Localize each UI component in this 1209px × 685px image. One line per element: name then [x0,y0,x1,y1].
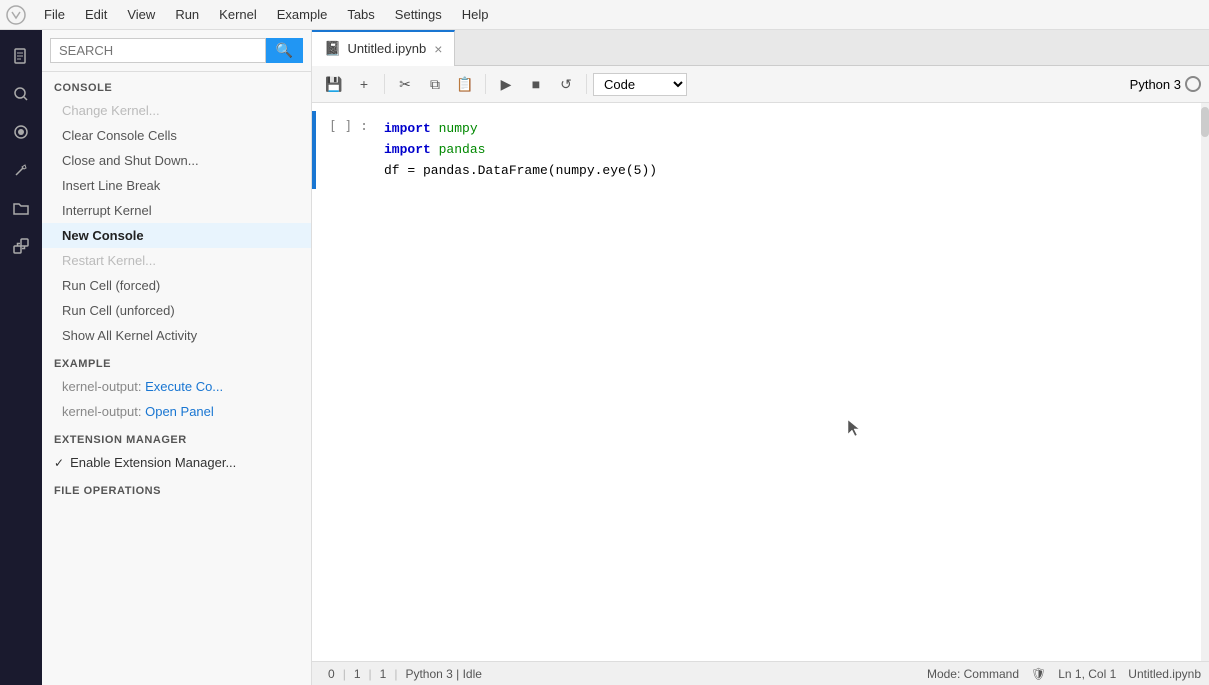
sidebar-search-btn[interactable] [3,76,39,112]
panel-item-restart-kernel[interactable]: Restart Kernel... [42,248,311,273]
run-button[interactable]: ▶ [492,70,520,98]
example-prefix-1: kernel-output: [62,379,145,394]
command-panel: 🔍 CONSOLE Change Kernel... Clear Console… [42,30,312,685]
panel-item-close-shutdown[interactable]: Close and Shut Down... [42,148,311,173]
menu-view[interactable]: View [117,4,165,25]
search-button[interactable]: 🔍 [266,38,303,63]
sidebar-tools-btn[interactable] [3,152,39,188]
menu-bar: File Edit View Run Kernel Example Tabs S… [0,0,1209,30]
status-filename: Untitled.ipynb [1128,667,1201,681]
add-cell-button[interactable]: + [350,70,378,98]
status-shield-icon: 🛡 [1031,667,1046,681]
cell-prompt: [ ] : [316,119,376,181]
panel-item-run-cell-forced[interactable]: Run Cell (forced) [42,273,311,298]
sidebar-file-btn[interactable] [3,38,39,74]
tab-title: Untitled.ipynb [347,41,426,56]
copy-button[interactable]: ⧉ [421,70,449,98]
search-bar: 🔍 [42,30,311,72]
status-item2: 1 [372,667,395,681]
file-ops-section-header: FILE OPERATIONS [42,475,311,501]
panel-item-new-console[interactable]: New Console [42,223,311,248]
kernel-name-label: Python 3 [1130,77,1181,92]
restart-button[interactable]: ↺ [552,70,580,98]
editor-area[interactable]: [ ] : import numpy import pandas df = pa… [312,103,1201,661]
panel-item-insert-line-break[interactable]: Insert Line Break [42,173,311,198]
kernel-status-indicator [1185,76,1201,92]
checkmark-icon: ✓ [54,456,64,470]
enable-extension-label: Enable Extension Manager... [70,455,236,470]
paste-button[interactable]: 📋 [451,70,479,98]
panel-item-interrupt-kernel[interactable]: Interrupt Kernel [42,198,311,223]
icon-sidebar [0,30,42,685]
stop-button[interactable]: ■ [522,70,550,98]
sidebar-theme-btn[interactable] [3,114,39,150]
toolbar-sep-2 [485,74,486,94]
example-link-2[interactable]: Open Panel [145,404,214,419]
status-right: Mode: Command 🛡 Ln 1, Col 1 Untitled.ipy… [927,667,1201,681]
tab-bar: 📓 Untitled.ipynb × [312,30,1209,66]
status-item1: 1 [346,667,369,681]
example-link-1[interactable]: Execute Co... [145,379,223,394]
editor-wrapper: [ ] : import numpy import pandas df = pa… [312,103,1209,661]
menu-tabs[interactable]: Tabs [337,4,384,25]
menu-kernel[interactable]: Kernel [209,4,267,25]
save-button[interactable]: 💾 [320,70,348,98]
menu-example[interactable]: Example [267,4,338,25]
code-line-3: df = pandas.DataFrame(numpy.eye(5)) [384,161,1193,182]
cell-code[interactable]: import numpy import pandas df = pandas.D… [376,119,1201,181]
panel-item-clear-console[interactable]: Clear Console Cells [42,123,311,148]
notebook-icon: 📓 [324,40,341,57]
panel-item-execute-co[interactable]: kernel-output: Execute Co... [42,374,311,399]
toolbar-sep-3 [586,74,587,94]
console-section-header: CONSOLE [42,72,311,98]
status-bar: 0 | 1 | 1 | Python 3 | Idle Mode: Comman… [312,661,1209,685]
cursor [846,418,860,441]
example-section-header: EXAMPLE [42,348,311,374]
toolbar-sep-1 [384,74,385,94]
cell-type-select[interactable]: Code Markdown Raw [593,73,687,96]
code-cell: [ ] : import numpy import pandas df = pa… [312,111,1201,189]
code-line-1: import numpy [384,119,1193,140]
menu-settings[interactable]: Settings [385,4,452,25]
menu-help[interactable]: Help [452,4,499,25]
example-prefix-2: kernel-output: [62,404,145,419]
menu-file[interactable]: File [34,4,75,25]
code-line-2: import pandas [384,140,1193,161]
status-cell-number: 0 [320,667,343,681]
status-position: Ln 1, Col 1 [1058,667,1116,681]
cut-button[interactable]: ✂ [391,70,419,98]
editor-scrollbar[interactable] [1201,103,1209,661]
panel-content: CONSOLE Change Kernel... Clear Console C… [42,72,311,685]
panel-item-change-kernel[interactable]: Change Kernel... [42,98,311,123]
panel-item-open-panel[interactable]: kernel-output: Open Panel [42,399,311,424]
app-logo [4,3,28,27]
sidebar-folder-btn[interactable] [3,190,39,226]
menu-edit[interactable]: Edit [75,4,117,25]
tab-untitled[interactable]: 📓 Untitled.ipynb × [312,30,455,66]
panel-item-show-all-kernel[interactable]: Show All Kernel Activity [42,323,311,348]
kernel-info: Python 3 [1130,76,1201,92]
content-area: 📓 Untitled.ipynb × 💾 + ✂ ⧉ 📋 ▶ ■ ↺ Code … [312,30,1209,685]
panel-item-run-cell-unforced[interactable]: Run Cell (unforced) [42,298,311,323]
tab-close-button[interactable]: × [434,41,442,57]
main-area: 🔍 CONSOLE Change Kernel... Clear Console… [0,30,1209,685]
toolbar: 💾 + ✂ ⧉ 📋 ▶ ■ ↺ Code Markdown Raw Python… [312,66,1209,103]
panel-item-enable-extension[interactable]: ✓ Enable Extension Manager... [42,450,311,475]
status-mode: Mode: Command [927,667,1019,681]
status-kernel-name: Python 3 | Idle [397,667,490,681]
sidebar-extensions-btn[interactable] [3,228,39,264]
search-input[interactable] [50,38,266,63]
menu-run[interactable]: Run [165,4,209,25]
extension-section-header: EXTENSION MANAGER [42,424,311,450]
